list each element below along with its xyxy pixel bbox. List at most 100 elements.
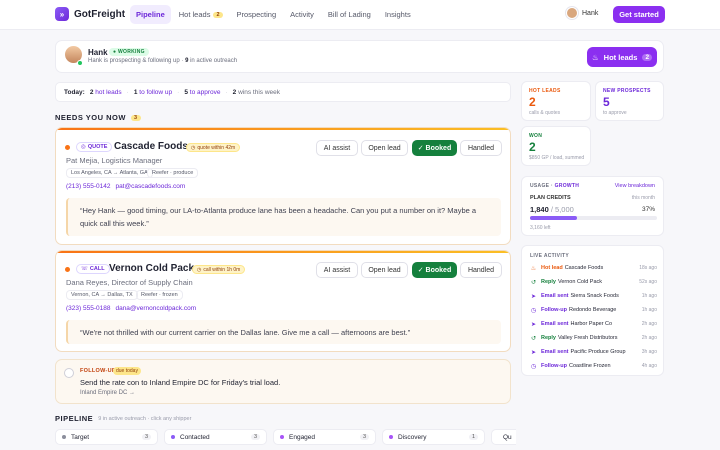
today-wins: 2 wins this week — [232, 88, 280, 96]
follow-up-link[interactable]: Inland Empire DC → — [80, 390, 135, 396]
hot-leads-button[interactable]: ♨ Hot leads 2 — [587, 47, 657, 67]
stat-value: 5 — [603, 95, 610, 109]
live-activity-title: LIVE ACTIVITY — [530, 253, 569, 259]
lead-contact-info: (323) 555-0188 dana@vernoncoldpack.com — [66, 305, 201, 312]
pipeline-stage-engaged[interactable]: Engaged 3 — [273, 429, 376, 445]
nav-insights[interactable]: Insights — [379, 5, 417, 24]
email-link[interactable]: pat@cascadefoods.com — [115, 183, 185, 190]
activity-time: 3h ago — [641, 349, 657, 355]
main-nav: Pipeline Hot leads 2 Prospecting Activity… — [130, 5, 417, 24]
reply-icon: ↺ — [530, 335, 537, 342]
activity-item[interactable]: ↺ Reply Vernon Cold Pack 52s ago — [530, 277, 657, 287]
quote-icon: ◎ — [81, 144, 86, 150]
follow-up-card[interactable]: FOLLOW-UP due today Send the rate con to… — [55, 359, 511, 404]
activity-kind: Email sent — [541, 349, 569, 355]
today-approve[interactable]: 5 to approve — [184, 89, 220, 96]
activity-item[interactable]: ◷ Follow-up Redondo Beverage 1h ago — [530, 305, 657, 315]
activity-target: Cascade Foods — [564, 265, 604, 271]
nav-activity[interactable]: Activity — [284, 5, 320, 24]
logo-icon: » — [55, 7, 69, 21]
online-indicator — [77, 60, 83, 66]
logo[interactable]: » GotFreight — [55, 7, 125, 21]
nav-bill-of-lading[interactable]: Bill of Lading — [322, 5, 377, 24]
credits-used: 1,840 / 5,000 — [530, 205, 574, 214]
send-icon: ➤ — [530, 321, 537, 328]
stage-dot — [389, 435, 393, 439]
pipeline-stage-contacted[interactable]: Contacted 3 — [164, 429, 267, 445]
lead-company: Cascade Foods — [114, 141, 188, 152]
get-started-button[interactable]: Get started — [613, 6, 665, 23]
credits-left: 3,160 left — [530, 225, 551, 231]
pipeline-stage-target[interactable]: Target 3 — [55, 429, 158, 445]
credits-percent: 37% — [641, 206, 655, 213]
phone-link[interactable]: (213) 555-0142 — [66, 183, 110, 190]
pipeline-stage-discovery[interactable]: Discovery 1 — [382, 429, 485, 445]
activity-item[interactable]: ♨ Hot lead Cascade Foods 18s ago — [530, 263, 657, 273]
nav-hot-leads[interactable]: Hot leads 2 — [173, 5, 229, 24]
activity-kind: Follow-up — [541, 363, 567, 369]
email-link[interactable]: dana@vernoncoldpack.com — [115, 305, 196, 312]
priority-dot — [65, 145, 70, 150]
lead-card[interactable]: ◎ QUOTE Cascade Foods ◷ quote within 42m P… — [55, 127, 511, 245]
clock-icon: ◷ — [197, 266, 202, 273]
activity-kind: Hot lead — [541, 265, 563, 271]
activity-kind: Reply — [541, 335, 556, 341]
today-follow-up[interactable]: 1 to follow up — [134, 89, 172, 96]
stage-dot — [62, 435, 66, 439]
clock-icon: ◷ — [530, 307, 537, 314]
activity-time: 2h ago — [641, 335, 657, 341]
status-badge: ● WORKING — [109, 48, 149, 56]
nav-prospecting[interactable]: Prospecting — [231, 5, 283, 24]
follow-up-label: FOLLOW-UP — [80, 368, 116, 374]
ai-assist-button[interactable]: AI assist — [316, 140, 358, 156]
open-lead-button[interactable]: Open lead — [361, 262, 408, 278]
send-icon: ➤ — [530, 293, 537, 300]
activity-target: Harbor Paper Co — [570, 321, 613, 327]
nav-pipeline[interactable]: Pipeline — [130, 5, 171, 24]
activity-item[interactable]: ➤ Email sent Sierra Snack Foods 1h ago — [530, 291, 657, 301]
stat-new-prospects[interactable]: NEW PROSPECTS 5 to approve — [595, 81, 664, 121]
usage-card: USAGE · GROWTH View breakdown PLAN CREDI… — [521, 176, 664, 236]
complete-checkbox[interactable] — [64, 368, 74, 378]
activity-target: Redondo Beverage — [568, 307, 617, 313]
stat-won[interactable]: WON 2 $850 GP / load, summed — [521, 126, 591, 166]
stat-hot-leads[interactable]: HOT LEADS 2 calls & quotes — [521, 81, 591, 121]
hot-leads-count: 2 — [642, 53, 653, 61]
stage-dot — [280, 435, 284, 439]
handled-button[interactable]: Handled — [460, 262, 502, 278]
pipeline-stage-quoted[interactable]: Qu — [491, 429, 516, 445]
booked-button[interactable]: ✓ Booked — [412, 262, 457, 278]
activity-item[interactable]: ◷ Follow-up Coastline Frozen 4h ago — [530, 361, 657, 371]
booked-button[interactable]: ✓ Booked — [412, 140, 457, 156]
live-activity-card: LIVE ACTIVITY ♨ Hot lead Cascade Foods 18s … — [521, 245, 664, 376]
fire-icon: ♨ — [530, 265, 537, 272]
pipeline-title: PIPELINE 9 in active outreach · click an… — [55, 414, 192, 423]
lead-contact-person: Pat Mejia, Logistics Manager — [66, 156, 163, 165]
activity-time: 4h ago — [641, 363, 657, 369]
lane-tag: Los Angeles, CA → Atlanta, GA — [66, 168, 153, 178]
view-breakdown-link[interactable]: View breakdown — [615, 183, 655, 189]
activity-item[interactable]: ↺ Reply Valley Fresh Distributors 2h ago — [530, 333, 657, 343]
lead-card[interactable]: ☏ CALL Vernon Cold Pack ◷ call within 1h 0… — [55, 250, 511, 352]
open-lead-button[interactable]: Open lead — [361, 140, 408, 156]
user-menu[interactable]: Hank — [566, 7, 598, 19]
lead-company: Vernon Cold Pack — [109, 263, 195, 274]
activity-kind: Email sent — [541, 321, 569, 327]
send-icon: ➤ — [530, 349, 537, 356]
due-badge: due today — [113, 367, 141, 375]
pipeline-subtitle: 9 in active outreach · click any shipper — [98, 415, 192, 422]
activity-item[interactable]: ➤ Email sent Pacific Produce Group 3h ago — [530, 347, 657, 357]
phone-link[interactable]: (323) 555-0188 — [66, 305, 110, 312]
due-badge: ◷ call within 1h 0m — [192, 265, 246, 274]
today-hot-leads[interactable]: 2 hot leads — [90, 89, 122, 96]
handled-button[interactable]: Handled — [460, 140, 502, 156]
reply-icon: ↺ — [530, 279, 537, 286]
ai-assist-button[interactable]: AI assist — [316, 262, 358, 278]
avatar — [566, 7, 578, 19]
credits-progress-bar — [530, 216, 657, 220]
agent-status-card: Hank ● WORKING Hank is prospecting & fol… — [55, 40, 664, 73]
user-name: Hank — [582, 9, 599, 17]
needs-count: 3 — [130, 114, 141, 121]
usage-header: USAGE · GROWTH — [530, 183, 580, 189]
activity-item[interactable]: ➤ Email sent Harbor Paper Co 2h ago — [530, 319, 657, 329]
